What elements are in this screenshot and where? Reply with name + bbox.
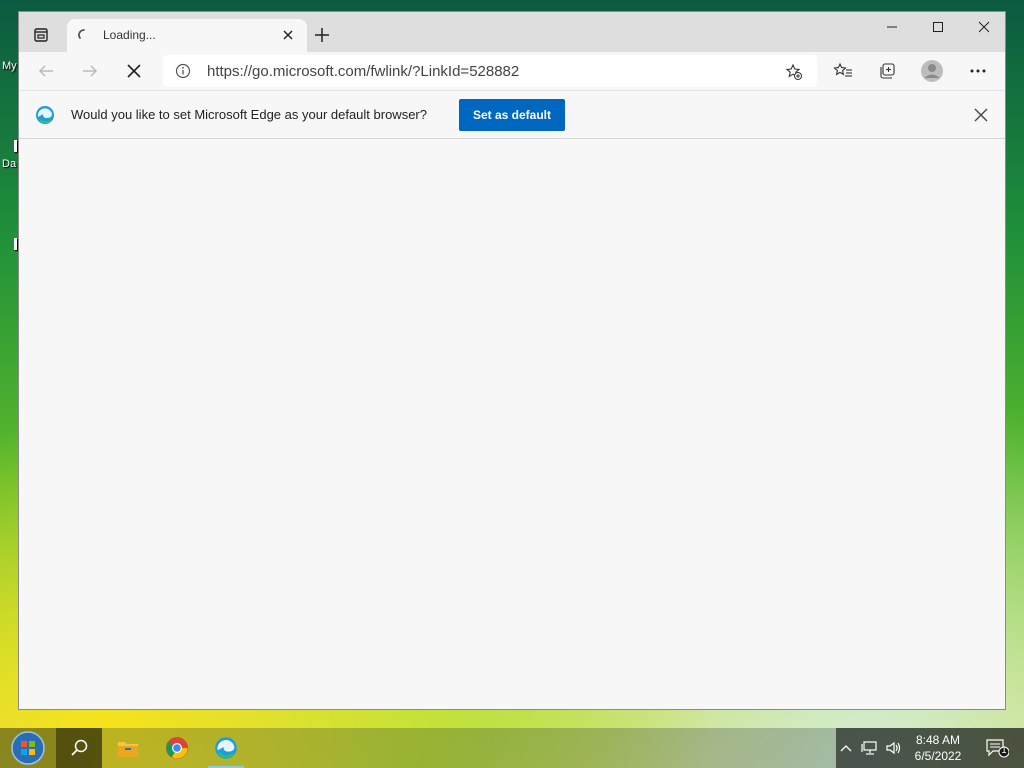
clock-date: 6/5/2022 <box>914 749 962 763</box>
chrome-taskbar-button[interactable] <box>153 728 201 768</box>
default-browser-infobar: Would you like to set Microsoft Edge as … <box>19 90 1005 139</box>
collections-button[interactable] <box>872 57 902 85</box>
tab-title: Loading... <box>103 28 156 42</box>
edge-icon <box>215 737 237 759</box>
address-bar[interactable]: https://go.microsoft.com/fwlink/?LinkId=… <box>163 55 817 87</box>
desktop-icon[interactable] <box>14 140 17 152</box>
stop-icon <box>127 64 141 78</box>
browser-window: Loading... https://go.microsoft.com/fwli… <box>18 11 1006 710</box>
tab-actions-button[interactable] <box>27 22 55 48</box>
plus-icon <box>315 28 329 42</box>
maximize-button[interactable] <box>915 12 961 42</box>
forward-arrow-icon <box>83 65 98 77</box>
close-tab-icon[interactable] <box>281 28 295 42</box>
close-icon <box>978 21 990 33</box>
speaker-icon <box>886 741 901 755</box>
network-button[interactable] <box>860 738 880 758</box>
profile-button[interactable] <box>917 57 947 85</box>
info-icon[interactable] <box>175 63 191 79</box>
add-favorite-icon[interactable] <box>785 63 803 81</box>
desktop-icon[interactable] <box>14 238 17 250</box>
more-dots-icon <box>970 69 986 73</box>
folder-icon <box>118 742 138 757</box>
clock-time: 8:48 AM <box>915 733 961 747</box>
title-bar: Loading... <box>19 12 1005 52</box>
minimize-button[interactable] <box>869 12 915 42</box>
new-tab-button[interactable] <box>311 24 333 46</box>
start-button[interactable] <box>0 728 56 768</box>
avatar-icon <box>921 60 943 82</box>
set-as-default-button[interactable]: Set as default <box>459 99 565 131</box>
infobar-message: Would you like to set Microsoft Edge as … <box>71 107 427 122</box>
network-icon <box>861 741 877 755</box>
favorites-button[interactable] <box>828 57 858 85</box>
edge-logo-icon <box>36 106 54 124</box>
tab-loading[interactable]: Loading... <box>67 19 307 52</box>
desktop-icon-label[interactable]: My <box>2 60 17 72</box>
taskbar: 1 8:48 AM 6/5/2022 <box>0 728 1024 768</box>
url-text[interactable]: https://go.microsoft.com/fwlink/?LinkId=… <box>207 63 519 80</box>
forward-button[interactable] <box>75 57 105 85</box>
back-button[interactable] <box>31 57 61 85</box>
settings-more-button[interactable] <box>963 57 993 85</box>
edge-taskbar-button[interactable] <box>202 728 250 768</box>
back-arrow-icon <box>38 65 53 77</box>
windows-orb-icon <box>11 731 45 765</box>
tab-actions-icon <box>34 28 48 42</box>
favorites-star-list-icon <box>833 62 852 77</box>
stop-loading-button[interactable] <box>119 57 149 85</box>
show-hidden-icons-button[interactable] <box>836 738 856 758</box>
volume-button[interactable] <box>884 738 904 758</box>
search-icon <box>71 739 88 756</box>
page-content-area[interactable] <box>19 140 1005 709</box>
collections-icon <box>880 63 895 79</box>
action-center-button[interactable]: 1 <box>984 738 1010 758</box>
close-window-button[interactable] <box>961 12 1005 42</box>
chrome-icon <box>166 737 188 759</box>
close-infobar-icon[interactable] <box>973 107 989 123</box>
desktop-icon-label[interactable]: Da <box>2 158 16 170</box>
chevron-up-icon <box>840 745 852 752</box>
clock[interactable]: 8:48 AM 6/5/2022 <box>904 732 972 764</box>
minimize-icon <box>887 26 897 28</box>
loading-spinner-icon <box>78 29 85 39</box>
navigation-toolbar: https://go.microsoft.com/fwlink/?LinkId=… <box>19 52 1005 90</box>
search-button[interactable] <box>56 728 102 768</box>
file-explorer-taskbar-button[interactable] <box>104 728 152 768</box>
notification-count: 1 <box>1001 745 1007 755</box>
maximize-icon <box>933 22 943 32</box>
